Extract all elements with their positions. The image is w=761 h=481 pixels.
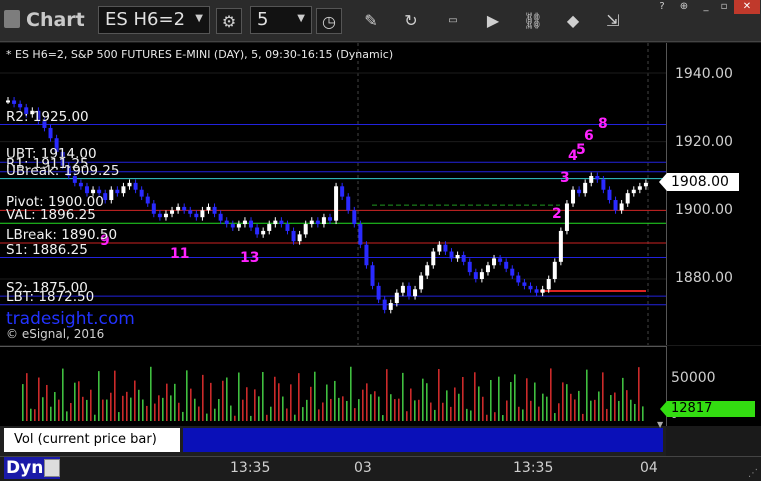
chart-window-icon [4,10,20,28]
close-button[interactable]: ✕ [734,0,760,14]
symbol-value: ES H6=2 [105,9,186,30]
interval-input[interactable]: 5 ▼ [250,6,312,34]
td-count-label: 2 [552,206,562,222]
time-label: 04 [640,460,658,476]
td-count-label: 3 [560,170,570,186]
td-count-label: 5 [576,142,586,158]
level-label: UBreak: 1909.25 [6,162,120,179]
copyright: © eSignal, 2016 [6,327,105,341]
price-axis[interactable]: 1940.00 1920.00 1900.00 1880.00 [666,43,761,345]
help-button[interactable]: ? [651,0,673,14]
volume-tick: 50000 [671,370,716,386]
chevron-down-icon[interactable]: ▼ [297,13,305,24]
clock-icon[interactable]: ◷ [316,8,342,34]
chevron-down-icon[interactable]: ▼ [195,13,203,24]
arrows-icon[interactable]: ⇲ [600,8,626,34]
watermark: tradesight.com [6,309,135,329]
chart-header: * ES H6=2, S&P 500 FUTURES E-MINI (DAY),… [6,48,394,61]
price-tick: 1900.00 [675,202,733,218]
pencil-icon[interactable]: ✎ [358,8,384,34]
window-title: Chart [26,9,85,31]
level-label: VAL: 1896.25 [6,207,96,224]
time-label: 13:35 [230,460,271,476]
level-label: LBreak: 1890.50 [6,226,118,243]
interval-value: 5 [257,9,269,30]
chart-settings-icon[interactable]: ⚙ [216,8,242,34]
td-count-label: 8 [598,116,608,132]
study-label[interactable]: Vol (current price bar) [4,428,180,452]
time-label: 13:35 [513,460,554,476]
volume-canvas [22,366,644,421]
chevron-down-icon[interactable]: ▼ [657,420,663,429]
volume-pane[interactable] [0,346,666,426]
level-label: R2: 1925.00 [6,108,89,125]
td-count-label: 6 [584,128,594,144]
last-volume-tag: 12817 [660,401,755,417]
td-count-label: 11 [170,246,189,262]
level-label: LBT: 1872.50 [6,288,95,305]
link-icon[interactable]: ⛓ [520,8,546,34]
play-icon[interactable]: ▶ [480,8,506,34]
close-study-icon[interactable]: ✕ [170,426,179,439]
get-icon[interactable]: ▭ [440,8,466,34]
td-count-label: 13 [240,250,259,266]
study-input[interactable] [183,428,663,452]
dynamic-settings-icon[interactable] [44,459,60,477]
price-tick: 1940.00 [675,66,733,82]
level-label: S1: 1886.25 [6,241,88,258]
maximize-button[interactable]: ▫ [713,0,735,14]
last-price-tag: 1908.00 [659,173,739,191]
time-label: 03 [354,460,372,476]
eraser-icon[interactable]: ◆ [560,8,586,34]
refresh-icon[interactable]: ↻ [398,8,424,34]
pin-button[interactable]: ⊕ [673,0,695,14]
resize-grip-icon[interactable]: ⋰ [748,468,758,479]
price-tick: 1920.00 [675,134,733,150]
price-tick: 1880.00 [675,270,733,286]
symbol-input[interactable]: ES H6=2 ▼ [98,6,210,34]
